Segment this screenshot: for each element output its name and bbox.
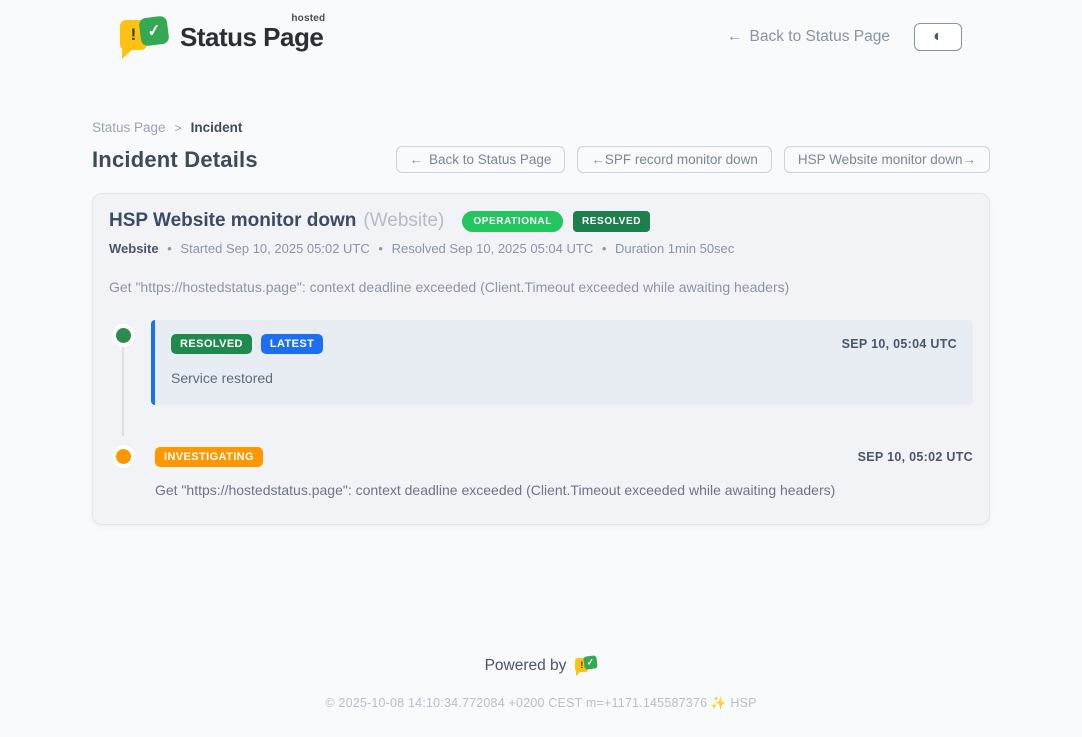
check-icon: ✓ — [584, 655, 598, 669]
status-page-logo-icon: ! ✓ — [120, 16, 168, 58]
breadcrumb-separator-icon: > — [175, 121, 182, 135]
previous-incident-label: SPF record monitor down — [605, 152, 758, 167]
meta-component: Website — [109, 241, 159, 256]
timeline-entry-card: RESOLVED LATEST SEP 10, 05:04 UTC Servic… — [151, 320, 973, 405]
timeline-entry-card: INVESTIGATING SEP 10, 05:02 UTC Get "htt… — [151, 441, 973, 498]
arrow-left-icon: ← — [727, 28, 743, 46]
meta-resolved: Resolved Sep 10, 2025 05:04 UTC — [392, 241, 594, 256]
meta-duration: Duration 1min 50sec — [615, 241, 734, 256]
incident-card: HSP Website monitor down (Website) OPERA… — [92, 193, 990, 525]
incident-component: (Website) — [363, 210, 444, 232]
meta-bullet: • — [167, 241, 172, 256]
incident-title: HSP Website monitor down — [109, 210, 356, 232]
brand-tag: hosted — [291, 13, 325, 24]
timeline-dot-green — [116, 328, 131, 343]
operational-status-badge: OPERATIONAL — [462, 211, 563, 232]
copyright-text: © 2025-10-08 14:10:34.772084 +0200 CEST … — [0, 696, 1082, 711]
arrow-left-icon: ← — [591, 152, 605, 167]
header: ! ✓ Status Page hosted ← Back to Status … — [0, 0, 1082, 72]
timeline-timestamp: SEP 10, 05:02 UTC — [858, 450, 973, 464]
incident-description: Get "https://hostedstatus.page": context… — [109, 279, 973, 295]
page-title: Incident Details — [92, 147, 258, 173]
timeline-message: Get "https://hostedstatus.page": context… — [155, 482, 973, 498]
check-icon: ✓ — [138, 15, 169, 46]
resolved-status-badge: RESOLVED — [573, 211, 650, 232]
back-button-label: Back to Status Page — [429, 152, 551, 167]
timeline-entry-investigating: INVESTIGATING SEP 10, 05:02 UTC Get "htt… — [109, 441, 973, 498]
incident-meta: Website • Started Sep 10, 2025 05:02 UTC… — [109, 241, 973, 256]
back-to-status-page-link[interactable]: ← Back to Status Page — [727, 28, 890, 46]
incident-nav-buttons: ← Back to Status Page ← SPF record monit… — [396, 146, 990, 173]
previous-incident-button[interactable]: ← SPF record monitor down — [577, 146, 772, 173]
breadcrumb: Status Page > Incident — [92, 120, 990, 135]
footer: Powered by ! ✓ © 2025-10-08 14:10:34.772… — [0, 655, 1082, 737]
resolved-badge: RESOLVED — [171, 334, 252, 354]
theme-toggle-button[interactable]: ◐ — [914, 23, 962, 51]
next-incident-button[interactable]: HSP Website monitor down → — [784, 146, 990, 173]
timeline-message: Service restored — [171, 370, 957, 386]
brand-logo[interactable]: ! ✓ Status Page hosted — [120, 16, 323, 58]
status-page-mini-logo-icon: ! ✓ — [575, 655, 597, 676]
arrow-right-icon: → — [963, 152, 977, 167]
meta-bullet: • — [602, 241, 607, 256]
back-to-status-page-button[interactable]: ← Back to Status Page — [396, 146, 566, 173]
theme-toggle-icon: ◐ — [933, 28, 943, 46]
brand-name: Status Page hosted — [180, 22, 323, 53]
meta-started: Started Sep 10, 2025 05:02 UTC — [180, 241, 369, 256]
next-incident-label: HSP Website monitor down — [798, 152, 963, 167]
latest-badge: LATEST — [261, 334, 323, 354]
main-content: Status Page > Incident Incident Details … — [92, 72, 990, 525]
breadcrumb-root[interactable]: Status Page — [92, 120, 166, 135]
powered-by-label: Powered by — [485, 657, 567, 675]
incident-timeline: RESOLVED LATEST SEP 10, 05:04 UTC Servic… — [109, 320, 973, 498]
back-link-label: Back to Status Page — [750, 28, 890, 46]
brand-name-text: Status Page — [180, 22, 323, 52]
arrow-left-icon: ← — [410, 152, 424, 167]
timeline-timestamp: SEP 10, 05:04 UTC — [842, 337, 957, 351]
breadcrumb-current: Incident — [191, 120, 243, 135]
powered-by[interactable]: Powered by ! ✓ — [485, 655, 598, 676]
investigating-badge: INVESTIGATING — [155, 447, 263, 467]
timeline-dot-orange — [116, 449, 131, 464]
timeline-entry-resolved: RESOLVED LATEST SEP 10, 05:04 UTC Servic… — [109, 320, 973, 405]
meta-bullet: • — [378, 241, 383, 256]
